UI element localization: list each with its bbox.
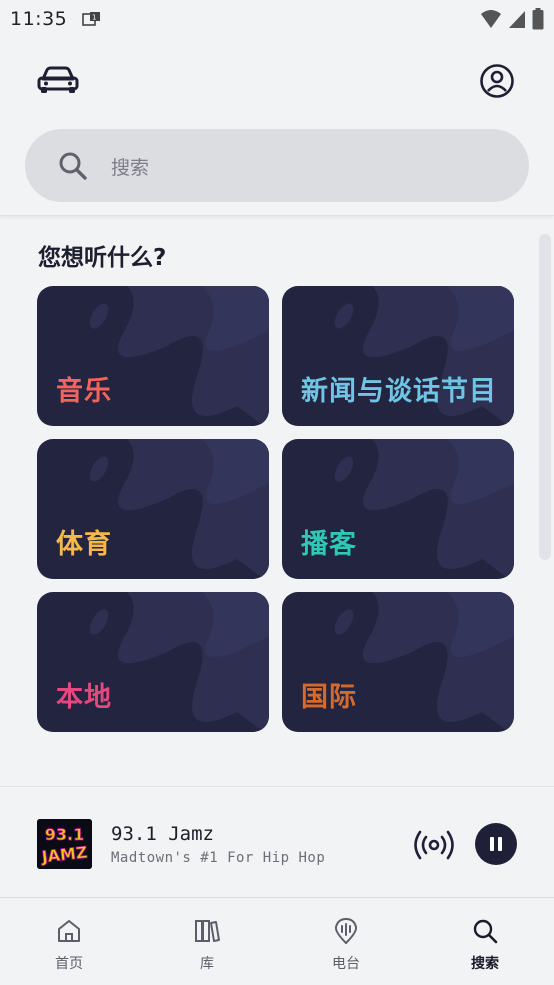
nav-label: 首页	[55, 956, 83, 972]
browse-section: 您想听什么? 音乐 新闻与谈话节目 体育 播客 本地 国际	[0, 216, 554, 786]
scrollbar[interactable]	[539, 234, 551, 560]
svg-text:1: 1	[92, 14, 96, 22]
category-label: 新闻与谈话节目	[301, 376, 497, 407]
station-name: 93.1 Jamz	[111, 823, 214, 845]
pause-icon	[490, 837, 502, 851]
nav-label: 库	[200, 956, 214, 972]
category-label: 国际	[301, 682, 357, 713]
battery-icon	[532, 8, 544, 30]
nav-item-search[interactable]: 搜索	[416, 898, 554, 985]
account-circle-icon	[480, 64, 514, 98]
search-input[interactable]: 搜索	[25, 129, 529, 202]
notification-icon: 1	[82, 12, 100, 26]
browse-heading: 您想听什么?	[38, 245, 167, 271]
category-tile-sports[interactable]: 体育	[37, 439, 269, 579]
radio-icon	[334, 918, 358, 944]
category-tile-music[interactable]: 音乐	[37, 286, 269, 426]
nav-label: 电台	[332, 956, 360, 972]
search-icon	[473, 919, 498, 944]
nav-item-home[interactable]: 首页	[0, 898, 138, 985]
search-placeholder: 搜索	[111, 157, 150, 179]
nav-item-library[interactable]: 库	[138, 898, 276, 985]
nav-label: 搜索	[471, 956, 499, 972]
category-tile-international[interactable]: 国际	[282, 592, 514, 732]
category-tile-local[interactable]: 本地	[37, 592, 269, 732]
home-icon	[58, 920, 80, 942]
category-tile-news-talk[interactable]: 新闻与谈话节目	[282, 286, 514, 426]
status-time: 11:35	[10, 8, 68, 30]
status-bar: 11:35 1	[0, 0, 554, 38]
wifi-icon	[481, 10, 501, 28]
category-label: 音乐	[56, 376, 112, 407]
station-logo: 93.1 JAMZ	[37, 819, 92, 869]
bottom-navigation: 首页 库 电台 搜索	[0, 898, 554, 985]
category-label: 体育	[56, 529, 112, 560]
station-logo-art: 93.1 JAMZ	[37, 819, 92, 869]
library-icon	[195, 920, 220, 942]
category-label: 播客	[301, 529, 357, 560]
search-icon	[59, 152, 87, 180]
now-playing-bar[interactable]: 93.1 JAMZ 93.1 Jamz Madtown's #1 For Hip…	[0, 786, 554, 898]
pause-button[interactable]	[475, 823, 517, 865]
nav-item-radio[interactable]: 电台	[277, 898, 415, 985]
account-button[interactable]	[478, 62, 516, 100]
category-label: 本地	[56, 682, 112, 713]
station-tagline: Madtown's #1 For Hip Hop	[111, 850, 326, 866]
car-mode-button[interactable]	[36, 62, 80, 98]
cellular-icon	[509, 11, 525, 28]
live-broadcast-icon[interactable]	[413, 828, 455, 862]
car-icon	[37, 66, 79, 93]
top-bar: 搜索	[0, 38, 554, 216]
logo-text-top: 93.1	[45, 825, 84, 844]
status-icons	[480, 8, 544, 30]
category-tile-podcasts[interactable]: 播客	[282, 439, 514, 579]
